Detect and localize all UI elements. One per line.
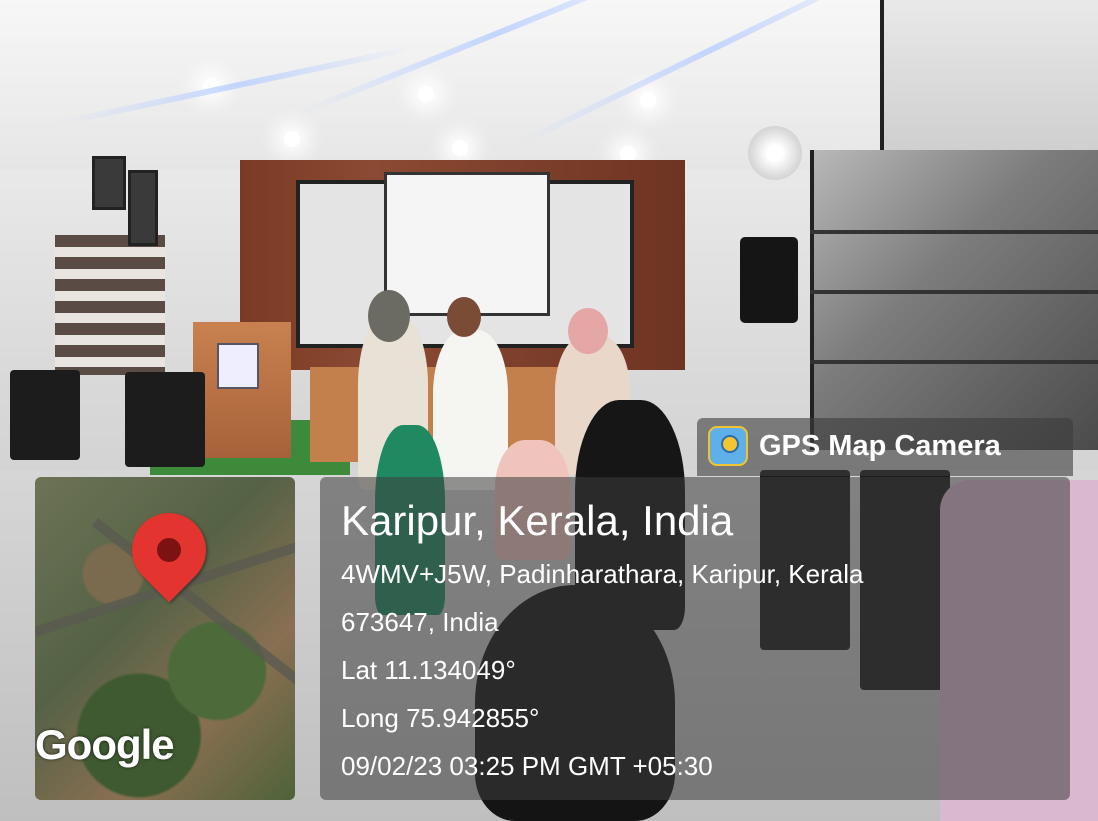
map-pin-dot — [157, 538, 181, 562]
address-line-2: 673647, India — [341, 607, 499, 637]
window-blinds — [55, 235, 165, 375]
gps-map-camera-icon — [708, 426, 748, 466]
ceiling-light — [640, 92, 656, 108]
address-line-1: 4WMV+J5W, Padinharathara, Karipur, Keral… — [341, 559, 864, 589]
google-logo: Google — [35, 721, 175, 768]
location-title: Karipur, Kerala, India — [341, 497, 734, 544]
chair — [10, 370, 80, 460]
app-badge: GPS Map Camera — [697, 418, 1073, 476]
head — [568, 308, 608, 354]
projector-screen — [384, 172, 550, 316]
camera-photo: GPS Map Camera Google Karipur, Kerala, I… — [0, 0, 1098, 821]
ceiling-light — [452, 140, 468, 156]
glass-cabinet — [810, 150, 1098, 450]
head — [447, 297, 481, 337]
podium-crest — [217, 343, 259, 389]
wall-picture — [92, 156, 126, 210]
head — [368, 290, 410, 342]
ceiling-light — [284, 131, 300, 147]
cabinet-shelf — [810, 290, 1098, 294]
timestamp: 09/02/23 03:25 PM GMT +05:30 — [341, 751, 713, 781]
app-name: GPS Map Camera — [759, 430, 1001, 462]
chair — [125, 372, 205, 467]
cabinet-shelf — [810, 230, 1098, 234]
wall-fan — [748, 126, 802, 180]
location-info-panel: Karipur, Kerala, India 4WMV+J5W, Padinha… — [320, 477, 1070, 800]
longitude: Long 75.942855° — [341, 703, 540, 733]
person — [433, 330, 508, 490]
latitude: Lat 11.134049° — [341, 655, 516, 685]
cabinet-shelf — [810, 360, 1098, 364]
loudspeaker — [740, 237, 798, 323]
ceiling-light — [418, 86, 434, 102]
map-thumbnail: Google — [35, 477, 295, 800]
wall-picture — [128, 170, 158, 246]
upper-cabinet — [880, 0, 1098, 150]
